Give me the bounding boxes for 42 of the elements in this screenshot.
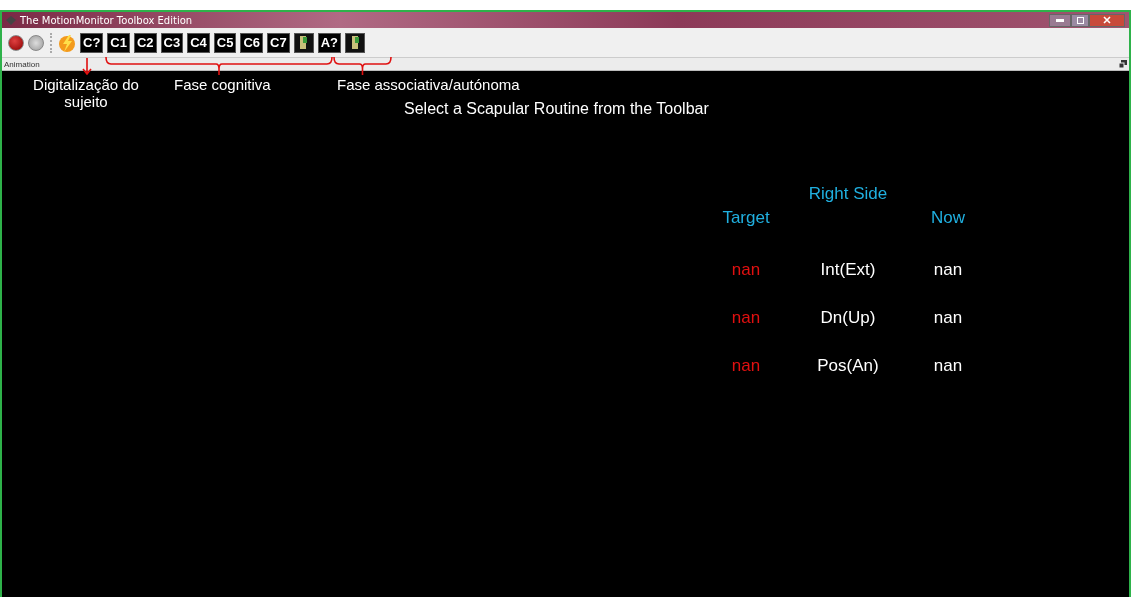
app-icon	[6, 15, 16, 25]
current-value: nan	[932, 308, 964, 329]
annotation-label: Digitalização do sujeito	[32, 76, 140, 110]
figure-button[interactable]	[345, 32, 366, 53]
target-value: nan	[730, 308, 762, 329]
toolbar-button[interactable]: C?	[80, 32, 104, 53]
maximize-button[interactable]	[1071, 13, 1089, 27]
axis-label: Dn(Up)	[819, 308, 877, 329]
restore-icon[interactable]	[1119, 60, 1127, 68]
figure-button[interactable]	[293, 32, 314, 53]
arrow-icon	[82, 58, 92, 75]
column-heading: Now	[930, 208, 966, 229]
instruction-text: Select a Scapular Routine from the Toolbar	[404, 100, 709, 118]
target-value: nan	[730, 356, 762, 377]
toolbar-button[interactable]: C2	[133, 32, 157, 53]
figure-icon	[351, 36, 359, 49]
current-value: nan	[932, 356, 964, 377]
toolbar-button[interactable]: C6	[240, 32, 264, 53]
stop-button[interactable]	[28, 34, 44, 51]
annotation-label: Fase cognitiva	[174, 76, 272, 93]
minimize-icon	[1056, 18, 1064, 22]
annotation-label: Fase associativa/autónoma	[337, 76, 521, 93]
panel-title: Animation	[4, 59, 40, 69]
minimize-button[interactable]	[1049, 13, 1071, 27]
figure-icon	[300, 36, 308, 49]
close-button[interactable]	[1089, 13, 1125, 27]
column-heading: Target	[721, 208, 771, 229]
axis-label: Int(Ext)	[819, 259, 877, 281]
current-value: nan	[932, 259, 964, 281]
side-heading: Right Side	[807, 184, 889, 205]
toolbar-button[interactable]: C4	[187, 32, 210, 53]
window-title: The MotionMonitor Toolbox Edition	[20, 14, 193, 26]
toolbar-button[interactable]: C3	[160, 32, 184, 53]
target-value: nan	[730, 259, 762, 281]
record-button[interactable]	[8, 34, 24, 51]
toolbar-button[interactable]: A?	[317, 32, 342, 53]
toolbar-button[interactable]: C1	[107, 32, 130, 53]
maximize-icon	[1076, 16, 1084, 24]
toolbar-button[interactable]: C5	[213, 32, 237, 53]
close-icon	[1103, 16, 1111, 24]
axis-label: Pos(An)	[816, 356, 880, 377]
toolbar-button[interactable]: C7	[267, 32, 290, 53]
